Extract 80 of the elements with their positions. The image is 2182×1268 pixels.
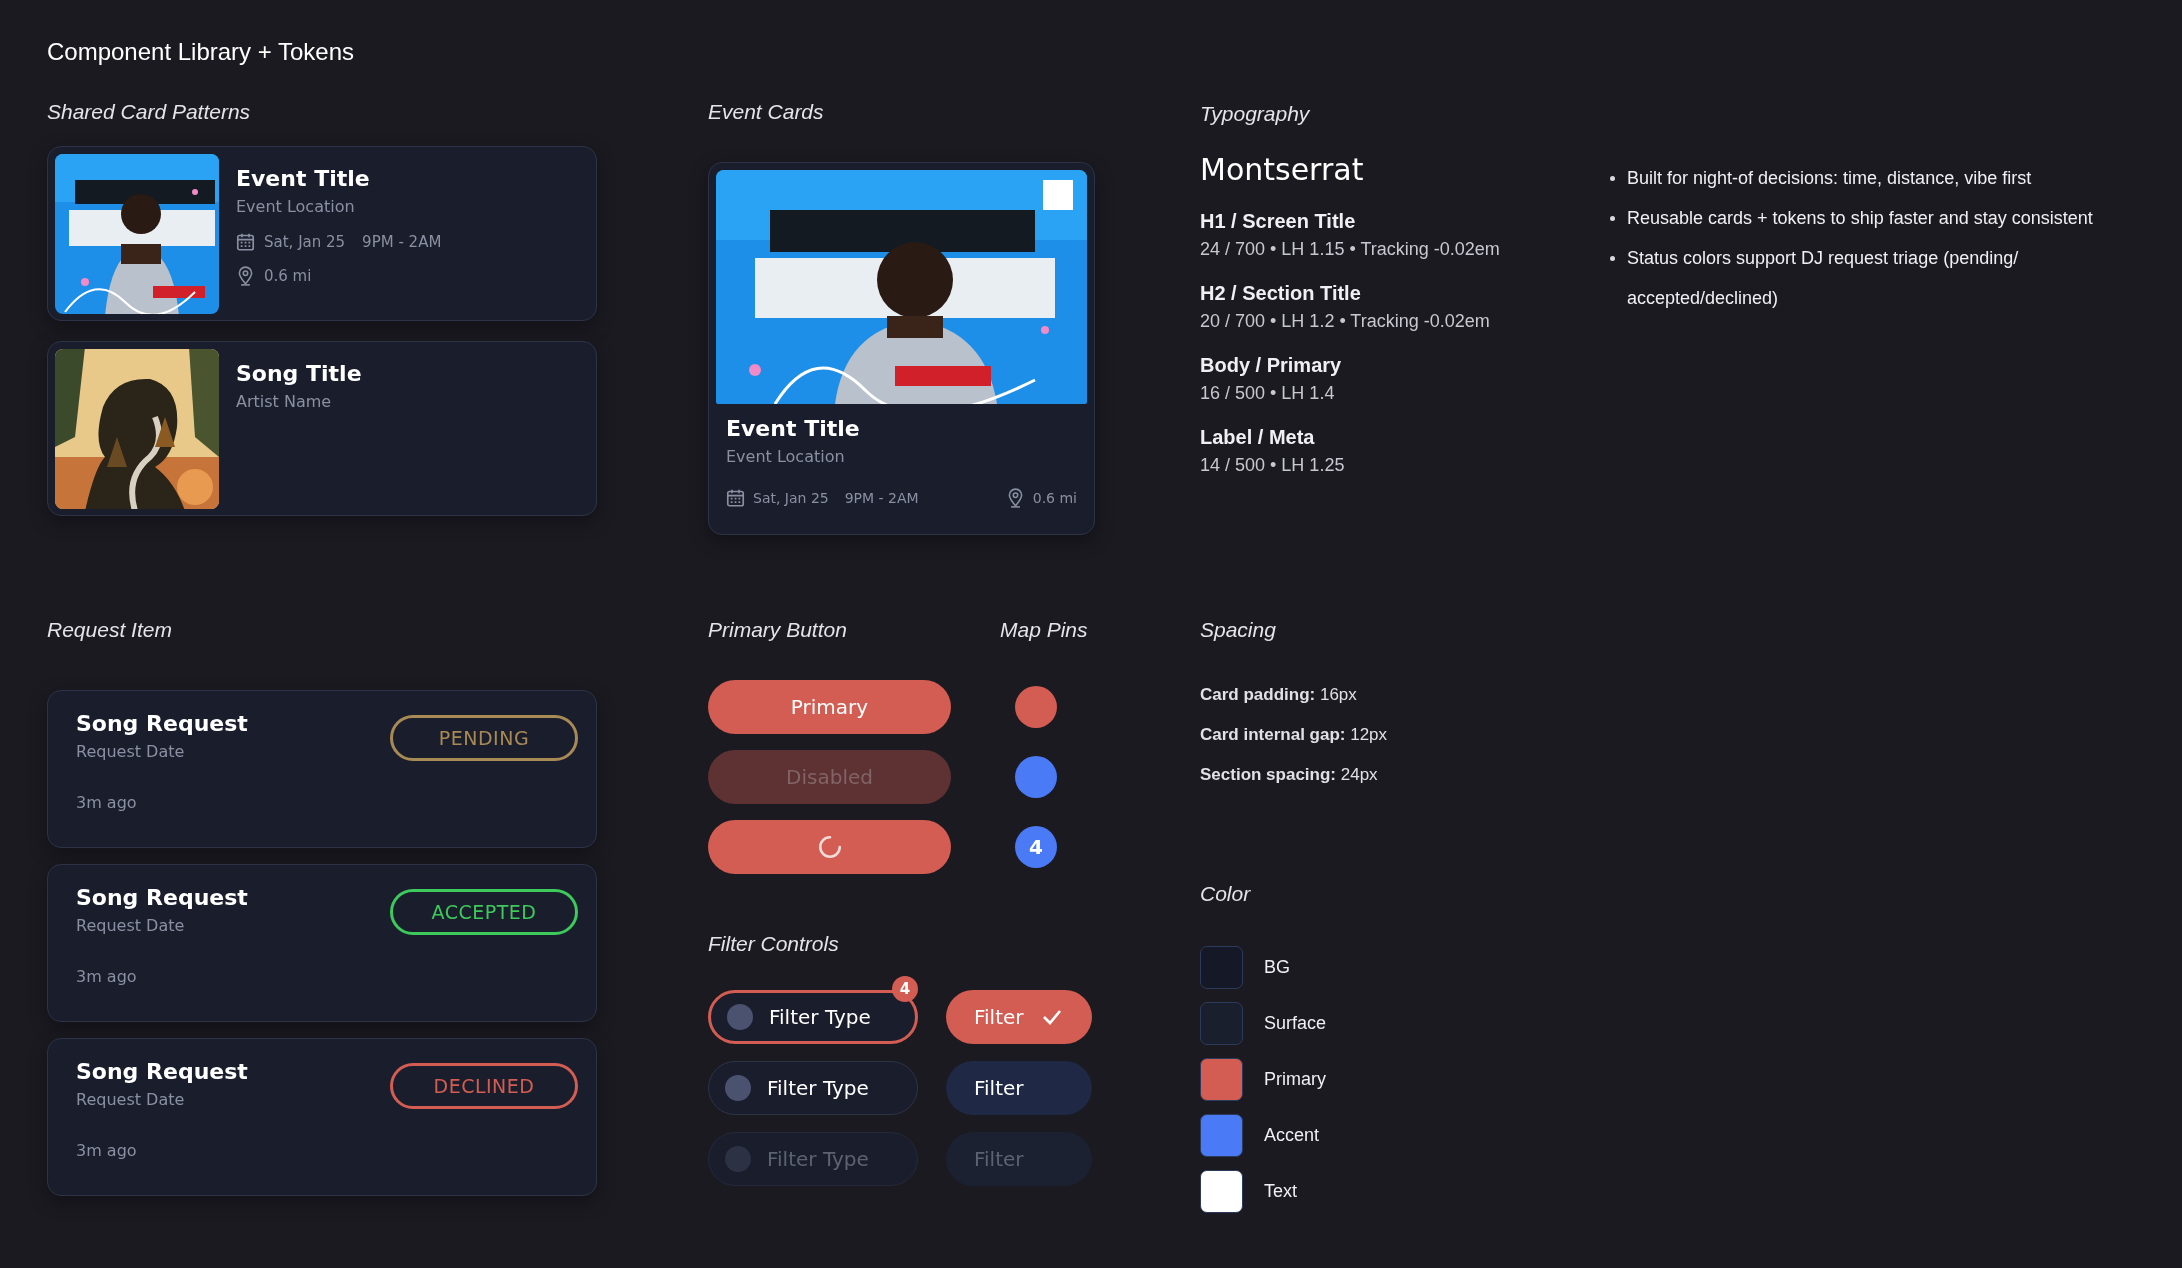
swatch-label: BG xyxy=(1264,957,1290,978)
section-heading: Request Item xyxy=(47,617,173,643)
event-title: Event Title xyxy=(236,165,371,193)
request-card[interactable]: Song Request Request Date 3m ago ACCEPTED xyxy=(47,864,597,1022)
section-heading: Event Cards xyxy=(708,99,825,125)
spinner-icon xyxy=(816,834,843,860)
page-title: Component Library + Tokens xyxy=(47,37,356,67)
map-pin[interactable] xyxy=(1015,686,1057,728)
type-style-spec: 24 / 700 • LH 1.15 • Tracking -0.02em xyxy=(1200,238,1501,261)
event-location: Event Location xyxy=(726,446,846,468)
bullet-icon xyxy=(1610,215,1615,221)
font-name: Montserrat xyxy=(1200,151,1365,189)
spacing-token: Card padding: 16px xyxy=(1200,684,1358,706)
note-text: Reusable cards + tokens to ship faster and stay consistent xyxy=(1627,207,2093,230)
section-heading: Typography xyxy=(1200,101,1311,127)
spacing-token: Section spacing: 24px xyxy=(1200,764,1379,786)
time-ago: 3m ago xyxy=(76,967,138,986)
time-ago: 3m ago xyxy=(76,793,138,812)
type-style-spec: 16 / 500 • LH 1.4 xyxy=(1200,382,1336,405)
status-badge: ACCEPTED xyxy=(390,889,578,935)
swatch-label: Primary xyxy=(1264,1069,1326,1090)
event-title: Event Title xyxy=(726,415,861,443)
request-title: Song Request xyxy=(76,884,248,912)
type-style-spec: 14 / 500 • LH 1.25 xyxy=(1200,454,1346,477)
filter-chip[interactable]: Filter Type xyxy=(708,1061,918,1115)
request-date: Request Date xyxy=(76,1089,186,1111)
status-badge: DECLINED xyxy=(390,1063,578,1109)
event-location: Event Location xyxy=(236,196,356,218)
request-card[interactable]: Song Request Request Date 3m ago PENDING xyxy=(47,690,597,848)
filter-dot-icon xyxy=(727,1004,753,1030)
section-heading: Shared Card Patterns xyxy=(47,99,252,125)
map-pin[interactable] xyxy=(1015,756,1057,798)
event-card[interactable]: Event Title Event Location Sat, Jan 25 9PM - 2AM 0.6 mi xyxy=(708,162,1095,535)
request-date: Request Date xyxy=(76,915,186,937)
request-title: Song Request xyxy=(76,710,248,738)
event-distance: 0.6 mi xyxy=(264,267,312,285)
filter-dot-icon xyxy=(725,1146,751,1172)
cluster-pin[interactable]: 4 xyxy=(1015,826,1057,868)
status-badge: PENDING xyxy=(390,715,578,761)
bullet-icon xyxy=(1610,175,1615,181)
check-icon xyxy=(1041,1009,1062,1025)
artist-name: Artist Name xyxy=(236,391,333,413)
song-card[interactable]: Song Title Artist Name xyxy=(47,341,597,516)
calendar-icon xyxy=(236,232,255,252)
calendar-icon xyxy=(726,488,745,508)
section-heading: Color xyxy=(1200,881,1252,907)
event-time: 9PM - 2AM xyxy=(362,233,442,251)
event-distance: 0.6 mi xyxy=(1032,490,1077,506)
count-badge: 4 xyxy=(892,976,918,1002)
type-style-name: H1 / Screen Title xyxy=(1200,209,1357,234)
event-date: Sat, Jan 25 xyxy=(753,490,829,506)
event-card[interactable]: Event Title Event Location Sat, Jan 25 9PM - 2AM 0.6 mi xyxy=(47,146,597,321)
type-style-name: H2 / Section Title xyxy=(1200,281,1362,306)
type-style-spec: 20 / 700 • LH 1.2 • Tracking -0.02em xyxy=(1200,310,1491,333)
type-style-name: Body / Primary xyxy=(1200,353,1343,378)
bullet-icon xyxy=(1610,256,1615,261)
event-time: 9PM - 2AM xyxy=(844,490,919,506)
section-heading: Spacing xyxy=(1200,617,1277,643)
request-title: Song Request xyxy=(76,1058,248,1086)
swatch-label: Accent xyxy=(1264,1125,1320,1146)
primary-button[interactable]: Primary xyxy=(708,680,951,734)
section-heading: Primary Button xyxy=(708,617,848,643)
spacing-token: Card internal gap: 12px xyxy=(1200,724,1389,746)
event-date: Sat, Jan 25 xyxy=(264,233,346,251)
section-heading: Map Pins xyxy=(1000,617,1089,643)
type-style-name: Label / Meta xyxy=(1200,425,1316,450)
time-ago: 3m ago xyxy=(76,1141,138,1160)
note-text: Status colors support DJ request triage (pending/ accepted/declined) xyxy=(1627,247,2020,310)
request-date: Request Date xyxy=(76,741,186,763)
song-title: Song Title xyxy=(236,360,362,388)
swatch-label: Text xyxy=(1264,1181,1297,1202)
filter-button[interactable]: Filter xyxy=(946,990,1092,1044)
request-card[interactable]: Song Request Request Date 3m ago DECLINED xyxy=(47,1038,597,1196)
loading-button[interactable] xyxy=(708,820,951,874)
swatch-label: Surface xyxy=(1264,1013,1327,1034)
location-pin-icon xyxy=(236,266,255,286)
filter-dot-icon xyxy=(725,1075,751,1101)
section-heading: Filter Controls xyxy=(708,931,840,957)
filter-button[interactable]: Filter xyxy=(946,1061,1092,1115)
note-text: Built for night-of decisions: time, distance, vibe first xyxy=(1627,167,2032,190)
